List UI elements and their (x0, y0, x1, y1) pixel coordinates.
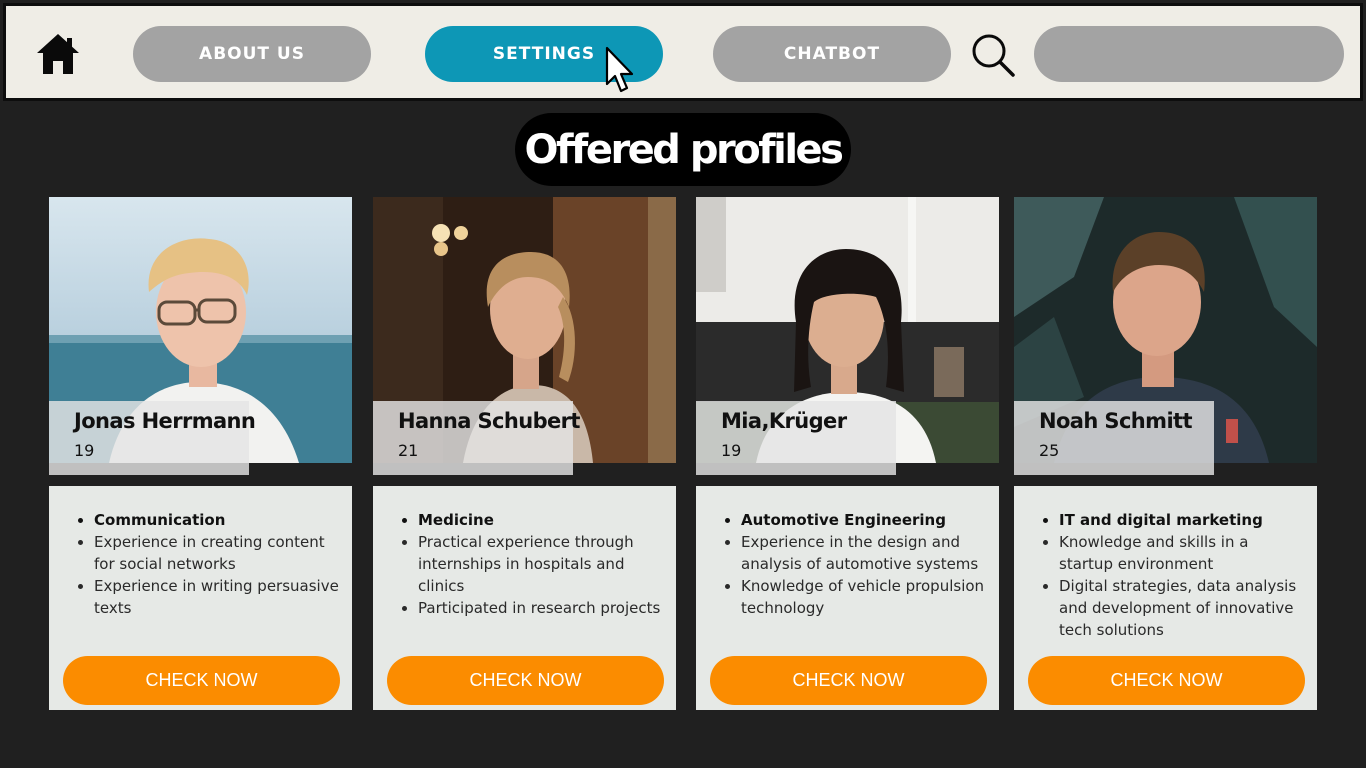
profile-details: Automotive Engineering Experience in the… (696, 486, 999, 710)
profile-name: Jonas Herrmann (74, 409, 256, 433)
check-now-button[interactable]: CHECK NOW (387, 656, 664, 705)
profile-details: Communication Experience in creating con… (49, 486, 352, 710)
skill-item: Practical experience through internships… (418, 531, 666, 597)
profile-photo: Noah Schmitt 25 (1014, 197, 1317, 475)
skill-item: Experience in writing persuasive texts (94, 575, 342, 619)
chatbot-button[interactable]: CHATBOT (713, 26, 951, 82)
home-icon[interactable] (34, 30, 82, 78)
settings-button[interactable]: SETTINGS (425, 26, 663, 82)
profile-photo: Hanna Schubert 21 (373, 197, 676, 475)
profile-photo: Mia,Krüger 19 (696, 197, 999, 475)
profile-age: 21 (398, 441, 419, 460)
skill-item: Medicine (418, 509, 666, 531)
profile-name-box: Noah Schmitt 25 (1014, 401, 1214, 475)
check-now-button[interactable]: CHECK NOW (710, 656, 987, 705)
profile-card: Jonas Herrmann 19 Communication Experien… (49, 197, 352, 710)
top-navbar: ABOUT US SETTINGS CHATBOT (3, 3, 1363, 101)
profile-name-box: Hanna Schubert 21 (373, 401, 580, 475)
profile-details: IT and digital marketing Knowledge and s… (1014, 486, 1317, 710)
profile-name-box: Jonas Herrmann 19 (49, 401, 256, 475)
profile-photo: Jonas Herrmann 19 (49, 197, 352, 475)
skill-item: Participated in research projects (418, 597, 666, 619)
profile-name-box: Mia,Krüger 19 (696, 401, 896, 475)
skill-item: IT and digital marketing (1059, 509, 1307, 531)
profile-name: Noah Schmitt (1039, 409, 1193, 433)
search-input[interactable] (1034, 26, 1344, 82)
search-icon[interactable] (970, 32, 1016, 78)
skill-item: Digital strategies, data analysis and de… (1059, 575, 1307, 641)
profile-details: Medicine Practical experience through in… (373, 486, 676, 710)
skill-item: Communication (94, 509, 342, 531)
about-us-button[interactable]: ABOUT US (133, 26, 371, 82)
profile-age: 19 (721, 441, 742, 460)
page-title: Offered profiles (515, 113, 851, 186)
skill-item: Experience in the design and analysis of… (741, 531, 989, 575)
profile-card: Noah Schmitt 25 IT and digital marketing… (1014, 197, 1317, 710)
check-now-button[interactable]: CHECK NOW (1028, 656, 1305, 705)
profile-name: Mia,Krüger (721, 409, 847, 433)
skill-item: Knowledge and skills in a startup enviro… (1059, 531, 1307, 575)
profile-card: Mia,Krüger 19 Automotive Engineering Exp… (696, 197, 999, 710)
profile-card: Hanna Schubert 21 Medicine Practical exp… (373, 197, 676, 710)
profile-age: 19 (74, 441, 95, 460)
profile-age: 25 (1039, 441, 1060, 460)
skill-item: Experience in creating content for socia… (94, 531, 342, 575)
check-now-button[interactable]: CHECK NOW (63, 656, 340, 705)
profile-name: Hanna Schubert (398, 409, 580, 433)
skill-item: Automotive Engineering (741, 509, 989, 531)
skill-item: Knowledge of vehicle propulsion technolo… (741, 575, 989, 619)
